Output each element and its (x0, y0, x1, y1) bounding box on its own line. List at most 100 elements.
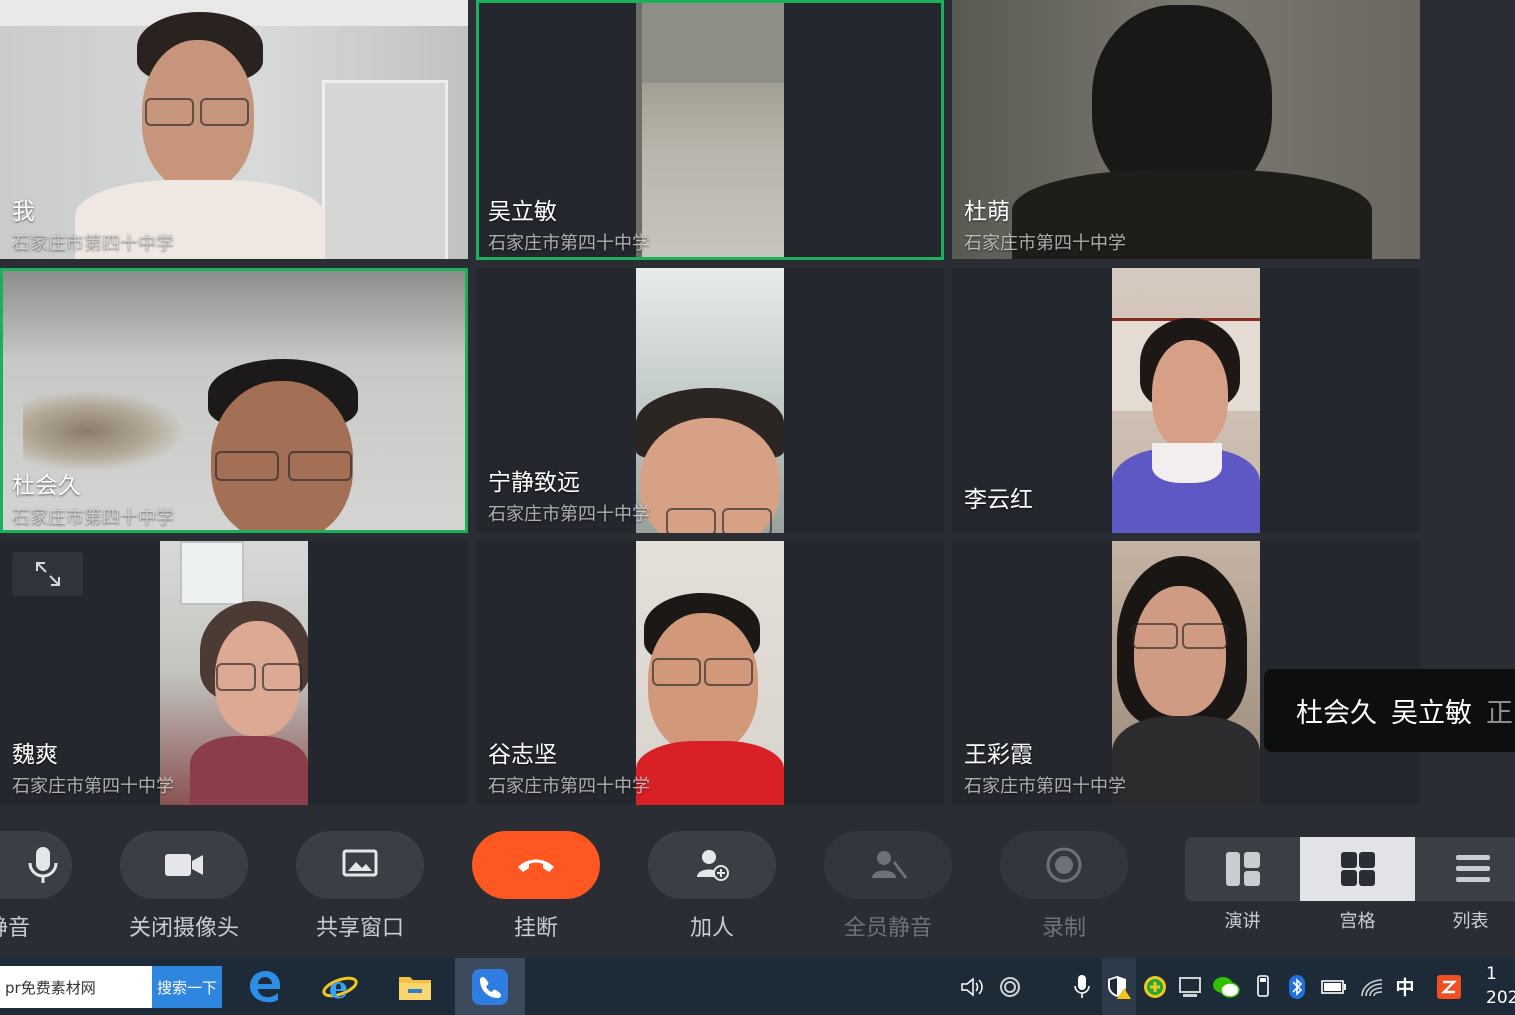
speaker-view-label: 演讲 (1224, 911, 1261, 932)
grid-view-button[interactable] (1300, 837, 1415, 901)
collar (1152, 443, 1222, 483)
microphone-icon (1074, 974, 1090, 998)
speaking-indicator: 杜会久 吴立敏 正 (1264, 669, 1515, 752)
meeting-app-icon (472, 968, 508, 1005)
speaking-status: 正 (1486, 698, 1513, 729)
video-tile-wei-shuang[interactable]: 魏爽 石家庄市第四十中学 (0, 541, 468, 805)
video-feed (0, 0, 468, 259)
taskbar-search-input[interactable]: pr免费素材网 (0, 966, 152, 1008)
expand-button[interactable] (12, 552, 83, 596)
participant-org: 石家庄市第四十中学 (12, 776, 174, 797)
tray-bluetooth[interactable] (1282, 958, 1312, 1015)
tray-wifi[interactable] (1355, 958, 1389, 1015)
participant-org: 石家庄市第四十中学 (12, 233, 174, 254)
tray-usb[interactable] (1248, 958, 1278, 1015)
layout-switcher (1185, 837, 1515, 901)
monitor-icon (1179, 976, 1201, 997)
invite-button[interactable] (648, 831, 776, 899)
clock-date: 202 (1486, 988, 1515, 1008)
taskbar-clock[interactable]: 1 202 (1486, 962, 1515, 1010)
clock-time: 1 (1486, 964, 1497, 984)
speaker-layout-icon (1225, 852, 1260, 886)
glasses (652, 658, 701, 686)
grid-layout-icon (1340, 852, 1375, 886)
taskbar-ie[interactable]: e (305, 958, 375, 1015)
participant-name: 吴立敏 (488, 199, 557, 225)
edge-icon (250, 970, 280, 1002)
video-tile-li-yunhong[interactable]: 李云红 (952, 268, 1420, 533)
windows-taskbar: pr免费素材网 搜索一下 e 中 1 202 (0, 958, 1515, 1015)
mute-all-button[interactable] (824, 831, 952, 899)
invite-label: 加人 (689, 916, 734, 941)
record-label: 录制 (1041, 916, 1086, 941)
record-button[interactable] (1000, 831, 1128, 899)
participant-name: 杜会久 (12, 473, 81, 499)
internet-explorer-icon: e (322, 971, 358, 1004)
glasses (1182, 623, 1228, 649)
mute-label: 静音 (0, 916, 30, 941)
tray-app-1[interactable] (993, 958, 1027, 1015)
app-z-icon (1437, 974, 1461, 999)
participant-name: 我 (12, 199, 35, 225)
glasses (200, 98, 249, 126)
volume-icon (961, 976, 983, 997)
video-feed (636, 268, 784, 533)
camera-button[interactable] (120, 831, 248, 899)
video-feed (952, 0, 1420, 259)
tray-security[interactable] (1102, 958, 1136, 1015)
list-view-button[interactable] (1415, 837, 1515, 901)
video-feed (1112, 268, 1260, 533)
video-tile-ningjing[interactable]: 宁静致远 石家庄市第四十中学 (476, 268, 944, 533)
participant-name: 宁静致远 (488, 470, 580, 496)
microphone-icon (28, 847, 58, 883)
list-view-label: 列表 (1452, 911, 1489, 932)
person-body (1112, 716, 1260, 805)
video-tile-gu-zhijian[interactable]: 谷志坚 石家庄市第四十中学 (476, 541, 944, 805)
mute-button[interactable] (0, 831, 72, 899)
taskbar-meeting-app[interactable] (455, 958, 525, 1015)
speaker-name: 杜会久 (1296, 698, 1377, 729)
tray-microphone[interactable] (1065, 958, 1099, 1015)
wall-edge (636, 3, 642, 257)
video-tile-du-huijiu[interactable]: 杜会久 石家庄市第四十中学 (0, 268, 468, 533)
glasses (1132, 623, 1178, 649)
hangup-button[interactable] (472, 831, 600, 899)
participant-org: 石家庄市第四十中学 (12, 507, 174, 528)
participant-name: 李云红 (964, 487, 1033, 513)
tray-display[interactable] (1173, 958, 1207, 1015)
tray-battery[interactable] (1317, 958, 1351, 1015)
taskbar-file-explorer[interactable] (380, 958, 450, 1015)
video-tile-du-meng[interactable]: 杜萌 石家庄市第四十中学 (952, 0, 1420, 259)
camera-label: 关闭摄像头 (128, 916, 239, 941)
tray-360[interactable] (1138, 958, 1172, 1015)
glasses (288, 451, 352, 481)
video-tile-wu-limin[interactable]: 吴立敏 石家庄市第四十中学 (476, 0, 944, 260)
volume-tray[interactable] (955, 958, 989, 1015)
usb-icon (1257, 974, 1269, 997)
participant-org: 石家庄市第四十中学 (964, 233, 1126, 254)
taskbar-edge[interactable] (230, 958, 300, 1015)
glasses (145, 98, 194, 126)
participant-org: 石家庄市第四十中学 (488, 504, 650, 525)
person-body (190, 736, 308, 805)
glasses (215, 451, 279, 481)
video-feed (160, 541, 308, 805)
mute-all-icon (872, 851, 908, 879)
battery-icon (1321, 979, 1346, 994)
speaker-view-button[interactable] (1185, 837, 1300, 901)
share-window-button[interactable] (296, 831, 424, 899)
tray-wechat[interactable] (1208, 958, 1244, 1015)
input-method-indicator[interactable]: 中 (1390, 958, 1420, 1015)
add-person-icon (697, 850, 729, 881)
taskbar-search-button[interactable]: 搜索一下 (152, 966, 222, 1008)
video-meeting-window: 我 石家庄市第四十中学 吴立敏 石家庄市第四十中学 杜萌 石家庄市第四十中学 杜… (0, 0, 1515, 958)
person-body (636, 741, 784, 805)
swirl-icon (1000, 976, 1020, 997)
wifi-icon (1361, 978, 1383, 996)
share-window-label: 共享窗口 (315, 916, 404, 941)
mute-all-label: 全员静音 (843, 916, 932, 941)
door-frame (322, 80, 448, 259)
glasses (666, 508, 716, 533)
video-tile-self[interactable]: 我 石家庄市第四十中学 (0, 0, 468, 259)
tray-app-zz[interactable] (1432, 958, 1466, 1015)
